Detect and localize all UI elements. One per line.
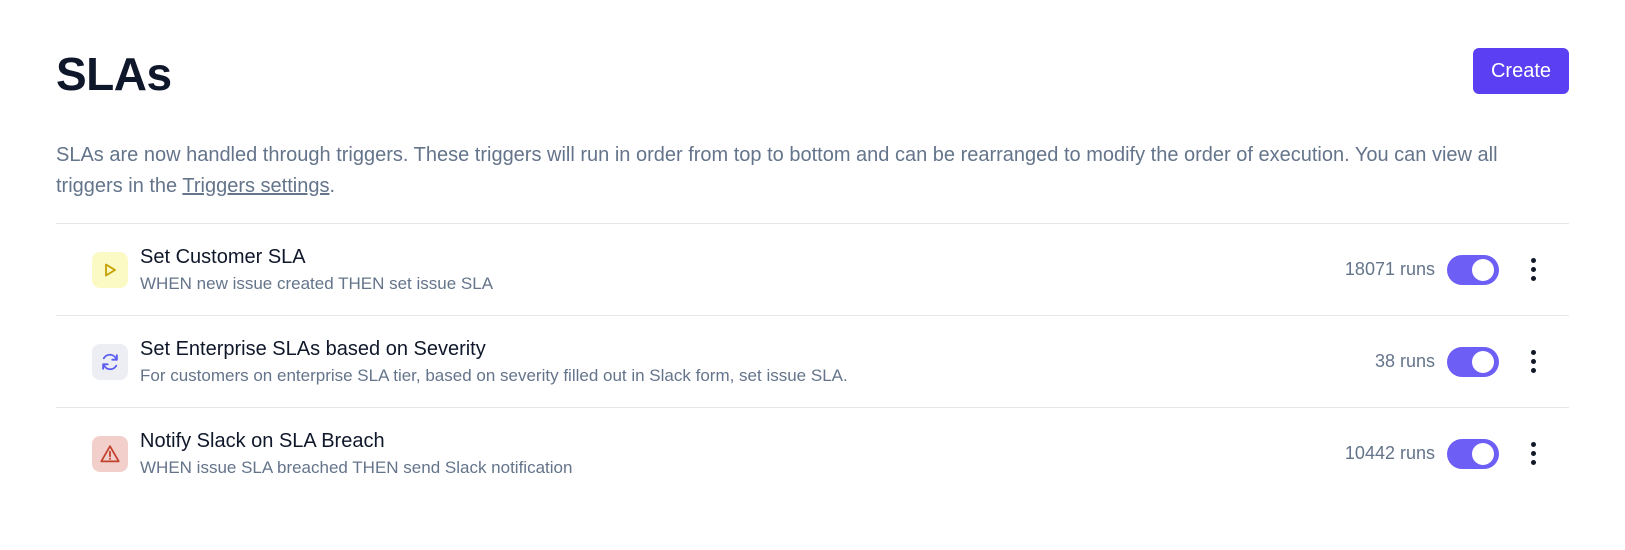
trigger-row[interactable]: Set Enterprise SLAs based on Severity Fo… xyxy=(56,316,1569,408)
trigger-run-count: 18071 runs xyxy=(1344,259,1435,279)
trigger-title: Notify Slack on SLA Breach xyxy=(140,429,385,452)
slas-page: SLAs Create SLAs are now handled through… xyxy=(0,0,1625,499)
trigger-list: Set Customer SLA WHEN new issue created … xyxy=(56,223,1569,499)
trigger-text: Set Customer SLA WHEN new issue created … xyxy=(140,244,1345,296)
sync-icon xyxy=(92,343,128,380)
create-button[interactable]: Create xyxy=(1472,48,1569,94)
trigger-row[interactable]: Notify Slack on SLA Breach WHEN issue SL… xyxy=(56,408,1569,499)
toggle-knob xyxy=(1472,350,1494,373)
toggle-knob xyxy=(1472,442,1494,465)
trigger-run-count: 10442 runs xyxy=(1344,443,1435,463)
more-options-icon[interactable] xyxy=(1521,344,1545,380)
trigger-description: WHEN issue SLA breached THEN send Slack … xyxy=(140,457,573,477)
warning-icon xyxy=(92,435,128,472)
trigger-run-count: 38 runs xyxy=(1374,351,1435,371)
more-options-icon[interactable] xyxy=(1521,436,1545,472)
trigger-text: Notify Slack on SLA Breach WHEN issue SL… xyxy=(140,428,1345,480)
triggers-settings-link[interactable]: Triggers settings xyxy=(182,175,329,197)
trigger-title: Set Enterprise SLAs based on Severity xyxy=(140,337,486,360)
page-title: SLAs xyxy=(56,48,172,100)
trigger-text: Set Enterprise SLAs based on Severity Fo… xyxy=(140,336,1375,388)
trigger-description: WHEN new issue created THEN set issue SL… xyxy=(140,273,494,293)
trigger-enabled-toggle[interactable] xyxy=(1447,438,1499,469)
trigger-row[interactable]: Set Customer SLA WHEN new issue created … xyxy=(56,224,1569,316)
description-text-end: . xyxy=(329,175,336,197)
trigger-enabled-toggle[interactable] xyxy=(1447,346,1499,377)
page-description: SLAs are now handled through triggers. T… xyxy=(56,140,1569,202)
page-header: SLAs Create xyxy=(56,0,1569,100)
trigger-enabled-toggle[interactable] xyxy=(1447,254,1499,285)
more-options-icon[interactable] xyxy=(1521,252,1545,288)
trigger-title: Set Customer SLA xyxy=(140,245,306,268)
trigger-description: For customers on enterprise SLA tier, ba… xyxy=(140,365,848,385)
play-icon xyxy=(92,251,128,288)
toggle-knob xyxy=(1472,258,1494,281)
